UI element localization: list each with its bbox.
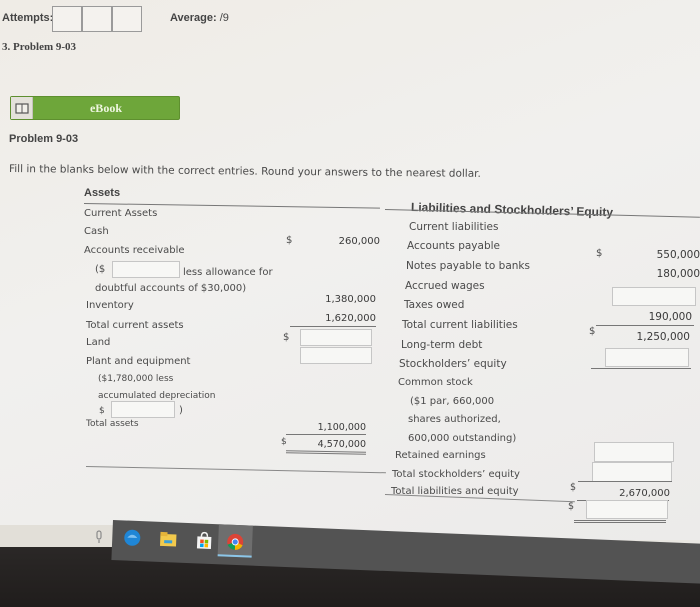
current-assets-label: Current Assets	[84, 208, 158, 219]
plant-dep-suffix: )	[179, 405, 183, 416]
inventory-value: 1,380,000	[325, 294, 376, 305]
microphone-icon[interactable]	[94, 529, 104, 548]
total-stockholders-equity-label: Total stockholders’ equity	[392, 469, 520, 480]
average-label-text: Average:	[170, 12, 217, 24]
total-le-double-rule	[574, 520, 666, 523]
total-liabilities-equity-input[interactable]	[586, 500, 668, 519]
problem-link[interactable]: 3. Problem 9-03	[2, 41, 76, 53]
total-se-rule	[578, 481, 672, 482]
plant-value: 1,100,000	[317, 422, 366, 433]
average-value: /9	[219, 12, 229, 24]
average-label: Average: /9	[170, 12, 229, 24]
problem-title: Problem 9-03	[9, 133, 79, 145]
plant-net-input[interactable]	[300, 347, 372, 364]
plant-dep-prefix: $	[99, 406, 105, 416]
total-current-assets-value: 1,620,000	[325, 313, 376, 324]
plant-line2: ($1,780,000 less	[98, 374, 174, 384]
land-currency: $	[283, 332, 290, 343]
inventory-label: Inventory	[86, 300, 134, 311]
total-assets-currency: $	[281, 437, 287, 447]
total-current-assets-label: Total current assets	[86, 320, 184, 331]
ar-label: Accounts receivable	[84, 245, 185, 256]
common-stock-line3: shares authorized,	[408, 414, 501, 425]
accrued-wages-label: Accrued wages	[405, 280, 485, 292]
ebook-button[interactable]: eBook	[10, 96, 180, 120]
ap-currency: $	[596, 248, 603, 259]
long-term-debt-label: Long-term debt	[401, 339, 483, 351]
taskbar-search-area[interactable]	[0, 525, 115, 547]
cash-currency: $	[286, 235, 293, 246]
attempts-label: Attempts:	[2, 12, 54, 24]
land-input[interactable]	[300, 329, 372, 346]
notes-payable-label: Notes payable to banks	[406, 260, 530, 272]
retained-earnings-input[interactable]	[592, 462, 672, 482]
ar-suffix: less allowance for	[183, 267, 273, 278]
retained-earnings-label: Retained earnings	[395, 450, 486, 461]
chrome-taskbar-button[interactable]	[217, 524, 253, 558]
accrued-wages-input[interactable]	[612, 287, 696, 306]
total-se-value: 2,670,000	[619, 488, 670, 499]
common-stock-line4: 600,000 outstanding)	[408, 433, 517, 444]
total-current-liabilities-label: Total current liabilities	[402, 319, 518, 331]
common-stock-input[interactable]	[594, 442, 674, 462]
ar-gross-input[interactable]	[112, 261, 180, 278]
attempt-box-1	[52, 6, 82, 32]
total-se-currency: $	[570, 482, 577, 493]
ap-value: 550,000	[656, 249, 700, 261]
land-label: Land	[86, 337, 111, 348]
chrome-icon	[226, 533, 245, 552]
cash-value: 260,000	[338, 236, 380, 247]
current-liabilities-label: Current liabilities	[409, 221, 499, 233]
ar-line2: doubtful accounts of $30,000)	[95, 283, 247, 294]
long-term-debt-input[interactable]	[605, 348, 689, 367]
assets-heading: Assets	[84, 187, 121, 199]
accounts-payable-label: Accounts payable	[407, 240, 500, 252]
cash-label: Cash	[84, 226, 109, 237]
assets-bottom-rule	[85, 466, 386, 474]
notes-payable-value: 180,000	[656, 268, 700, 280]
edge-browser-icon[interactable]	[123, 528, 142, 547]
total-current-liabilities-currency: $	[589, 326, 596, 337]
total-assets-rule	[286, 434, 366, 435]
file-explorer-icon[interactable]	[159, 530, 178, 549]
ebook-label: eBook	[89, 101, 122, 115]
common-stock-label: Common stock	[398, 377, 473, 388]
common-stock-line2: ($1 par, 660,000	[410, 396, 495, 407]
instructions: Fill in the blanks below with the correc…	[8, 163, 481, 180]
total-current-liabilities-rule	[596, 325, 694, 326]
total-assets-value: 4,570,000	[317, 439, 366, 450]
taxes-owed-value: 190,000	[648, 311, 692, 323]
plant-label: Plant and equipment	[86, 356, 191, 367]
total-assets-double-rule	[285, 450, 367, 455]
total-le-currency: $	[568, 501, 575, 512]
ar-prefix: ($	[95, 264, 106, 275]
stockholders-equity-label: Stockholders’ equity	[399, 358, 507, 370]
total-current-liabilities-value: 1,250,000	[636, 331, 690, 343]
store-icon[interactable]	[195, 531, 214, 550]
total-current-assets-rule	[290, 326, 376, 327]
plant-line3: accumulated depreciation	[98, 391, 216, 401]
attempt-box-3	[112, 6, 142, 32]
browser-content: Attempts: Average: /9 3. Problem 9-03 eB…	[0, 0, 700, 540]
total-assets-label: Total assets	[86, 419, 139, 429]
accumulated-depreciation-input[interactable]	[111, 401, 175, 418]
book-icon	[11, 97, 33, 119]
long-term-debt-rule	[591, 368, 691, 369]
attempt-box-2	[82, 6, 112, 32]
taxes-owed-label: Taxes owed	[404, 299, 465, 311]
